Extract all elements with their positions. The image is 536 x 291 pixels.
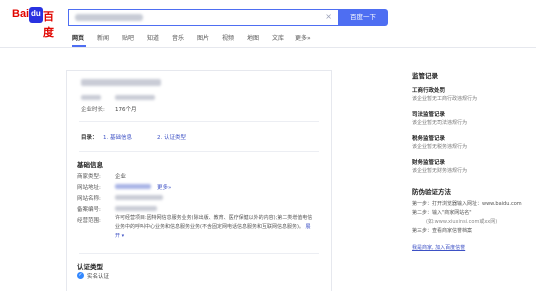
search-input[interactable]: × xyxy=(68,9,338,26)
tab-tieba[interactable]: 贴吧 xyxy=(122,33,134,42)
company-name-redacted xyxy=(81,79,161,86)
website-url-redacted[interactable] xyxy=(115,184,151,189)
toc-item-basic[interactable]: 1. 基础信息 xyxy=(103,133,132,141)
record-title: 工商行政处罚 xyxy=(412,88,446,94)
close-icon[interactable]: × xyxy=(325,12,332,21)
basic-info-title: 基础信息 xyxy=(77,161,103,169)
baidu-logo[interactable]: Bai du 百度 xyxy=(12,6,58,39)
sidebar-heading: 监管记录 xyxy=(412,72,438,80)
record-desc: 该企业暂无财务违规行为 xyxy=(412,168,468,174)
header: Bai du 百度 × 百度一下 网页 新闻 贴吧 知道 音乐 图片 视频 地图… xyxy=(0,0,536,48)
tab-zhidao[interactable]: 知道 xyxy=(147,33,159,42)
record-desc: 该企业暂无税务违规行为 xyxy=(412,144,468,150)
business-scope-text: 许可经营项目:因特网信息服务业务(除出版、教育、医疗保健以外的内容);第二类增值… xyxy=(115,215,313,239)
tab-music[interactable]: 音乐 xyxy=(172,33,184,42)
tab-images[interactable]: 图片 xyxy=(197,33,209,42)
header-divider xyxy=(0,47,536,48)
record-desc: 该企业暂无工商行政违规行为 xyxy=(412,96,478,102)
field-value-redacted xyxy=(115,195,163,200)
field-value-redacted xyxy=(115,95,155,100)
divider xyxy=(79,121,319,122)
established-label: 企业时长: xyxy=(81,107,105,113)
divider xyxy=(79,253,319,254)
field-value-redacted xyxy=(115,206,157,211)
field-value: 企业 xyxy=(115,174,127,180)
field-label: 经营范围: xyxy=(77,218,101,224)
field-label: 网站地址: xyxy=(77,185,101,191)
tab-map[interactable]: 地图 xyxy=(247,33,259,42)
tab-wenku[interactable]: 文库 xyxy=(272,33,284,42)
search-button[interactable]: 百度一下 xyxy=(338,9,388,26)
paw-icon: du xyxy=(29,7,43,23)
record-title: 财务监管记录 xyxy=(412,160,446,166)
record-title: 司法监管记录 xyxy=(412,112,446,118)
toc-item-auth[interactable]: 2. 认证类型 xyxy=(157,133,186,141)
record-title: 税务监管记录 xyxy=(412,136,446,142)
tab-news[interactable]: 新闻 xyxy=(97,33,109,42)
verify-step-example: (如:www.xiuxinsi.com或xx网) xyxy=(426,219,498,225)
auth-type-title: 认证类型 xyxy=(77,263,103,271)
field-label: 商家类型: xyxy=(77,174,101,180)
website-more-link[interactable]: 更多» xyxy=(157,183,171,191)
verify-step: 第一步：打开浏览器输入网址：www.baidu.com xyxy=(412,201,522,207)
established-value: 176个月 xyxy=(115,107,137,113)
auth-item: 实名认证 xyxy=(87,274,110,280)
check-icon: ✓ xyxy=(77,272,84,279)
record-desc: 该企业暂无司法违规行为 xyxy=(412,120,468,126)
tab-more[interactable]: 更多» xyxy=(295,33,311,42)
field-label: 网站名称: xyxy=(77,196,101,202)
search-query-redacted xyxy=(75,14,143,21)
sidebar: 监管记录 工商行政处罚 该企业暂无工商行政违规行为 司法监管记录 该企业暂无司法… xyxy=(412,70,536,270)
verify-step: 第二步：输入"商家网站名" xyxy=(412,210,472,216)
tab-web[interactable]: 网页 xyxy=(72,33,84,42)
verify-step: 第三步：查看商家信誉档案 xyxy=(412,228,473,234)
divider xyxy=(79,151,319,152)
tab-video[interactable]: 视频 xyxy=(222,33,234,42)
field-label-redacted xyxy=(81,95,101,100)
toc-label: 目录： xyxy=(81,135,98,141)
company-card: 企业时长: 176个月 目录： 1. 基础信息 2. 认证类型 基础信息 商家类… xyxy=(66,70,332,291)
verify-title: 防伪验证方法 xyxy=(412,188,451,196)
join-link[interactable]: 我是商家, 加入百度信誉 xyxy=(412,244,465,251)
field-label: 备案编号: xyxy=(77,207,101,213)
